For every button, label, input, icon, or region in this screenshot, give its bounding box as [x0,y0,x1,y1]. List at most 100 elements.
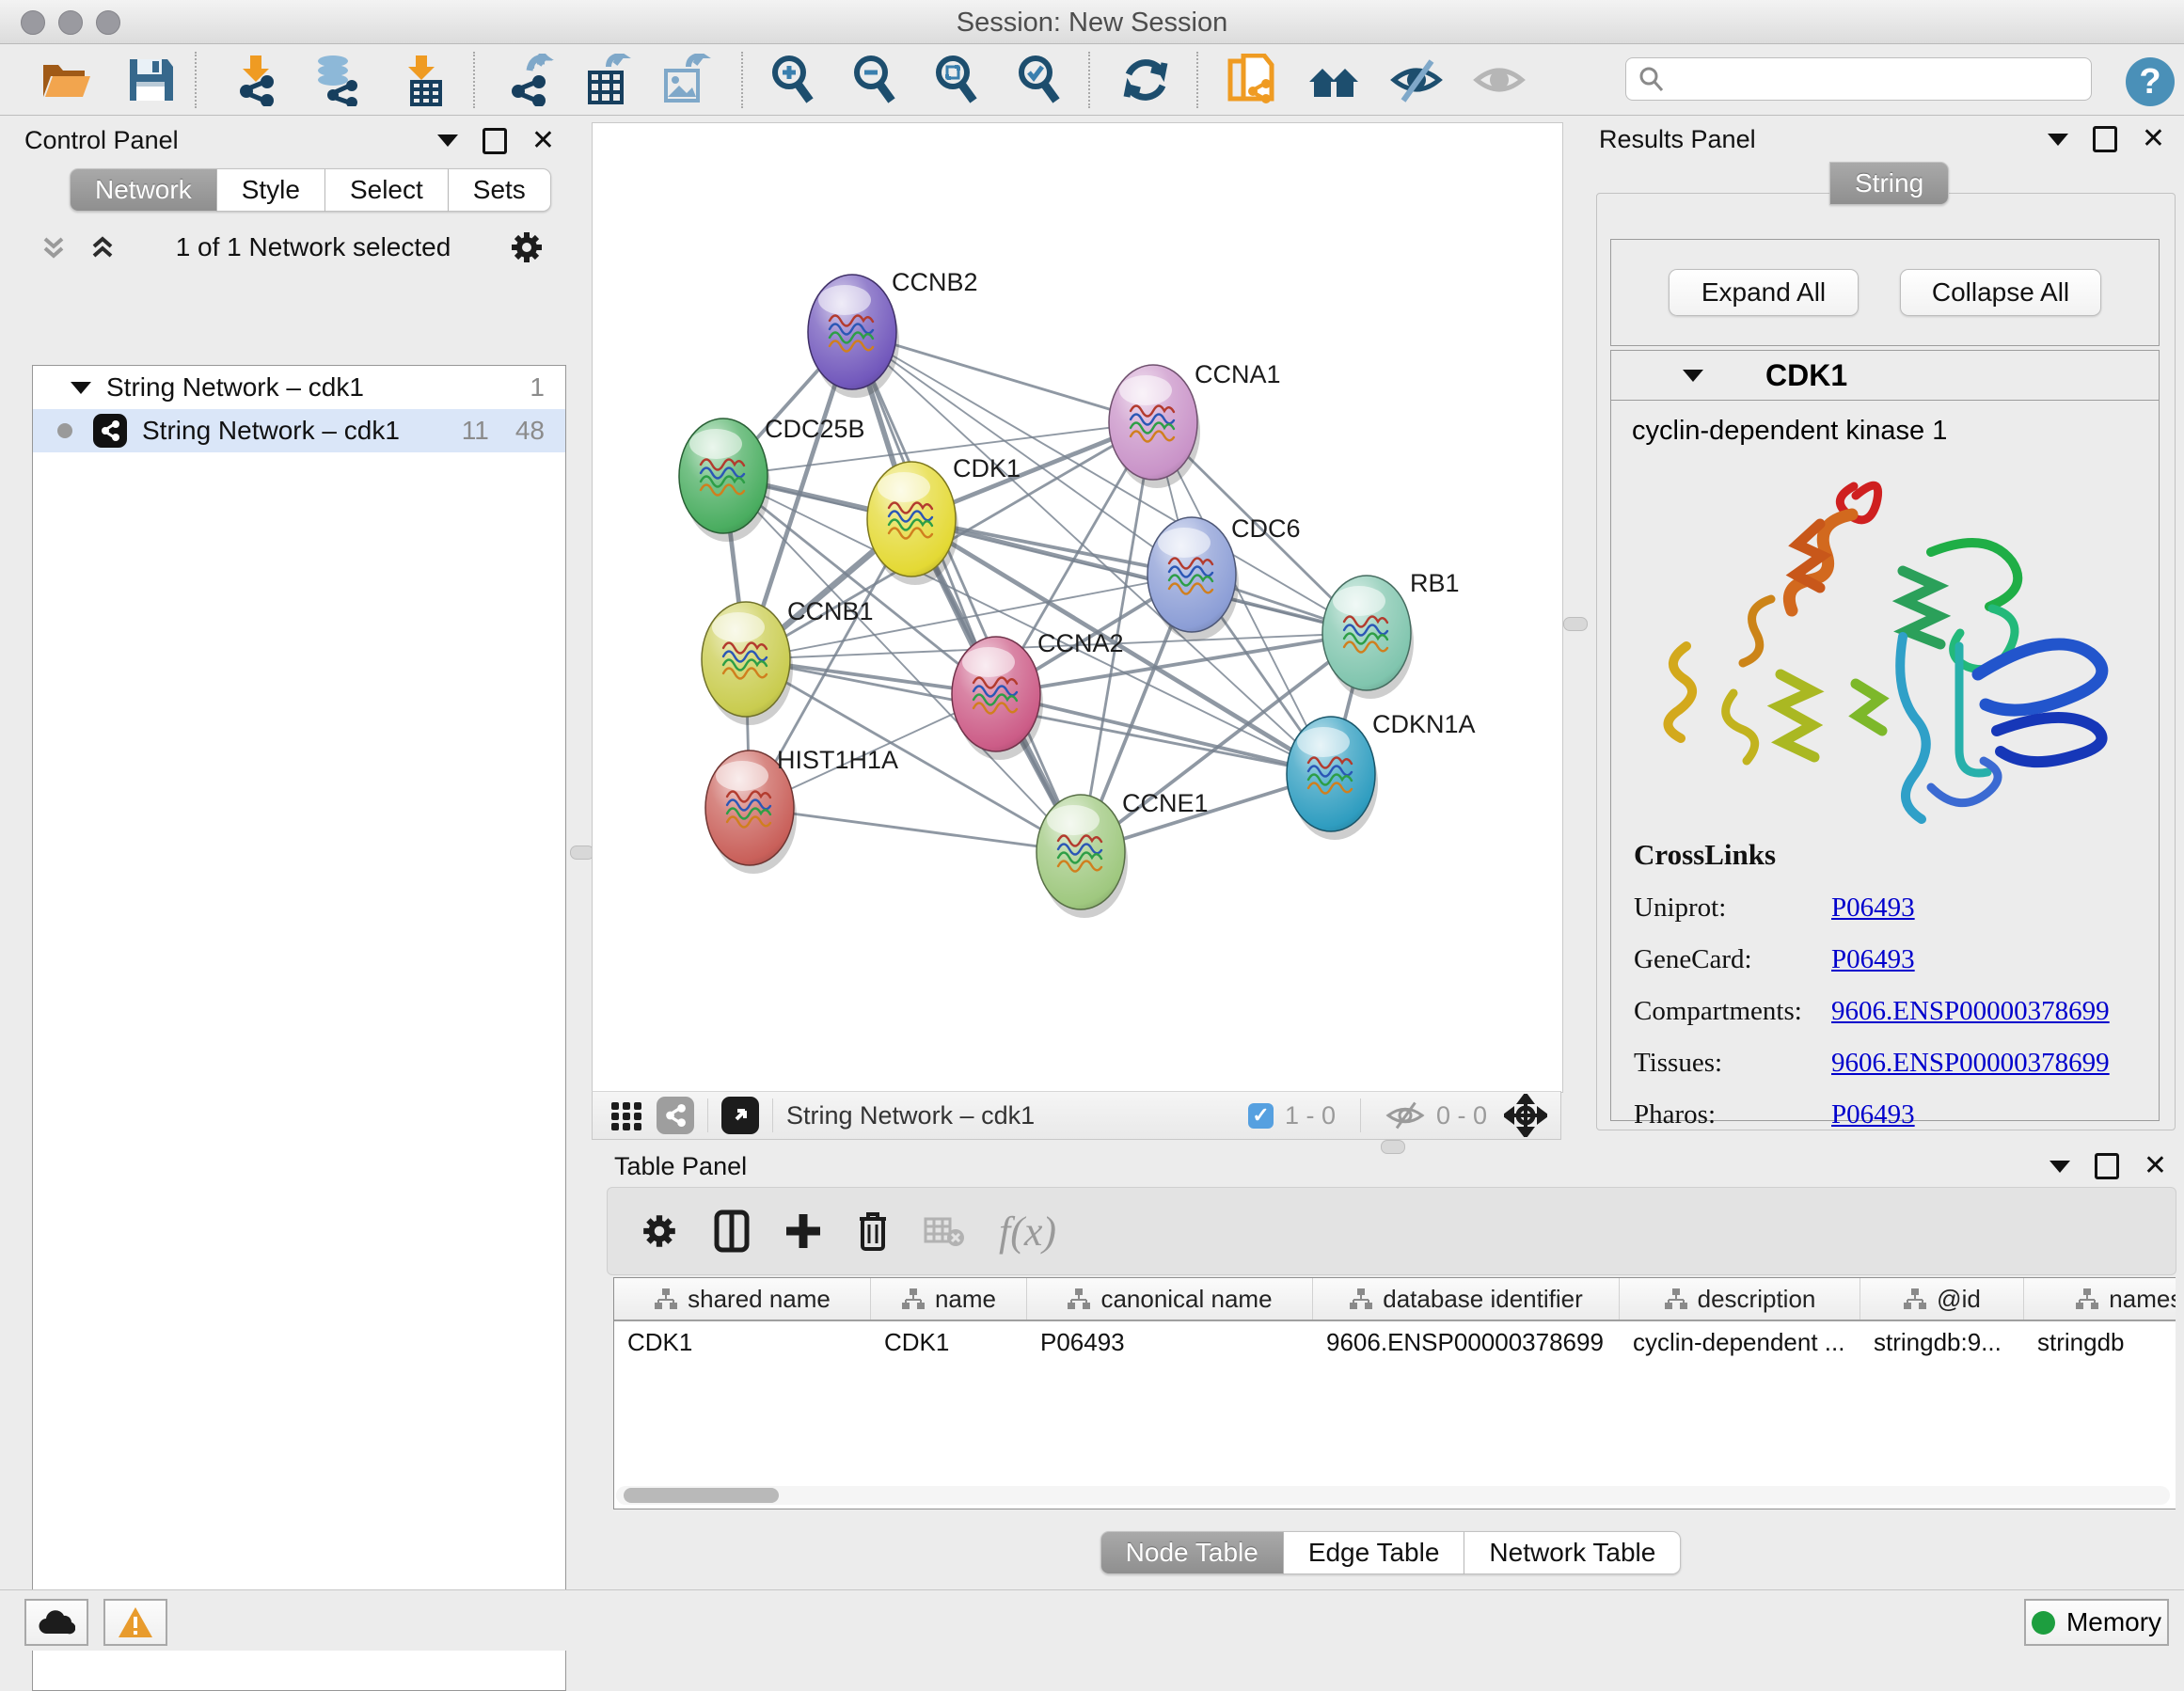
tab-edge-table[interactable]: Edge Table [1284,1531,1465,1574]
export-table-icon[interactable] [580,54,633,106]
table-cell[interactable]: 9606.ENSP00000378699 [1313,1321,1620,1363]
crosslink-link[interactable]: P06493 [1831,893,1915,924]
tab-string[interactable]: String [1829,162,1949,205]
delete-column-trash-icon[interactable] [856,1209,890,1253]
crosslink-link[interactable]: P06493 [1831,944,1915,975]
node-CCNA2[interactable]: CCNA2 [952,629,1124,760]
tab-network-table[interactable]: Network Table [1464,1531,1681,1574]
table-cell[interactable]: CDK1 [871,1321,1027,1363]
collapse-all-button[interactable]: Collapse All [1900,269,2101,316]
gene-section-header[interactable]: CDK1 [1611,351,2159,401]
export-network-icon[interactable] [505,54,558,106]
crosslink-link[interactable]: P06493 [1831,1099,1915,1130]
import-network-file-icon[interactable] [229,54,282,106]
search-input[interactable] [1666,64,2065,95]
import-network-database-icon[interactable] [309,54,361,106]
warnings-button[interactable] [103,1599,167,1646]
panel-float-icon[interactable] [2093,126,2117,152]
toolbar-search-field[interactable] [1625,57,2092,101]
show-panel-eye-icon[interactable] [1473,54,1526,106]
table-cell[interactable]: stringdb [2024,1321,2176,1363]
panel-menu-icon[interactable] [2048,134,2068,146]
expand-all-chevron-icon[interactable] [87,231,119,263]
expand-all-button[interactable]: Expand All [1669,269,1859,316]
node-CDK1[interactable]: CDK1 [867,454,1021,585]
panel-close-icon[interactable]: ✕ [531,131,555,151]
birdseye-view-icon[interactable] [721,1097,759,1134]
panel-menu-icon[interactable] [437,134,458,147]
network-share-view-icon[interactable] [657,1097,694,1134]
hidden-eye-icon[interactable] [1385,1099,1425,1131]
crosslink-link[interactable]: 9606.ENSP00000378699 [1831,996,2110,1027]
node-CDC25B[interactable]: CDC25B [679,415,865,542]
panel-float-icon[interactable] [483,128,507,154]
create-column-plus-icon[interactable] [784,1212,822,1250]
network-row[interactable]: String Network – cdk1 11 48 [33,409,565,452]
cloud-button[interactable] [24,1599,88,1646]
zoom-fit-icon[interactable] [930,54,983,106]
tab-node-table[interactable]: Node Table [1100,1531,1284,1574]
hide-panel-eye-icon[interactable] [1390,54,1443,106]
collection-expand-icon[interactable] [71,382,91,394]
node-HIST1H1A[interactable]: HIST1H1A [705,746,898,874]
column-header-description[interactable]: description [1620,1278,1860,1320]
node-CCNB2[interactable]: CCNB2 [808,268,978,398]
memory-button[interactable]: Memory [2024,1599,2169,1646]
home-networks-icon[interactable] [1307,54,1360,106]
network-canvas[interactable]: CCNB2 CCNA1 CDC25BCDK1 CDC6RB1 CCNB1 CCNA2 CDK… [592,122,1563,1093]
table-cell[interactable]: cyclin-dependent ... [1620,1321,1860,1363]
refresh-icon[interactable] [1119,54,1172,106]
scrollbar-thumb[interactable] [624,1488,779,1503]
node-table[interactable]: shared namenamecanonical namedatabase id… [613,1277,2176,1509]
column-header-name[interactable]: name [871,1278,1027,1320]
zoom-out-icon[interactable] [848,54,901,106]
node-CDC6[interactable]: CDC6 [1147,514,1301,640]
network-graph[interactable]: CCNB2 CCNA1 CDC25BCDK1 CDC6RB1 CCNB1 CCNA2 CDK… [593,123,1562,1092]
crosslink-link[interactable]: 9606.ENSP00000378699 [1831,1048,2110,1079]
table-horizontal-scrollbar[interactable] [616,1486,2170,1505]
selected-filter-checkbox[interactable]: ✓ [1248,1103,1274,1129]
table-cell[interactable]: P06493 [1027,1321,1313,1363]
tab-sets[interactable]: Sets [449,168,551,212]
edge-CCNB2-CCNE1[interactable] [852,332,1081,852]
show-columns-icon[interactable] [713,1209,751,1254]
node-CCNA1[interactable]: CCNA1 [1109,360,1281,488]
panel-close-icon[interactable]: ✕ [2142,129,2165,150]
network-options-gear-icon[interactable] [508,229,546,266]
tab-style[interactable]: Style [217,168,325,212]
panel-close-icon[interactable]: ✕ [2144,1156,2167,1177]
table-cell[interactable]: stringdb:9... [1860,1321,2024,1363]
edge-HIST1H1A-CCNE1[interactable] [750,808,1081,852]
pan-crosshair-icon[interactable] [1504,1094,1547,1137]
edge-CCNA2-CDKN1A[interactable] [996,694,1331,774]
gene-collapse-icon[interactable] [1683,370,1703,382]
node-RB1[interactable]: RB1 [1322,569,1460,699]
node-CCNB1[interactable]: CCNB1 [702,597,874,725]
table-cell[interactable]: CDK1 [614,1321,871,1363]
column-header-id[interactable]: @id [1860,1278,2024,1320]
right-splitter-handle[interactable] [1563,617,1588,631]
clone-network-icon[interactable] [1225,54,1277,106]
tab-select[interactable]: Select [325,168,449,212]
import-table-file-icon[interactable] [395,54,448,106]
column-header-namespace[interactable]: namespace [2024,1278,2176,1320]
save-session-icon[interactable] [124,54,177,106]
zoom-selected-icon[interactable] [1013,54,1066,106]
zoom-in-icon[interactable] [767,54,819,106]
tab-network[interactable]: Network [70,168,217,212]
column-header-shared-name[interactable]: shared name [614,1278,871,1320]
table-options-gear-icon[interactable] [640,1211,679,1251]
panel-float-icon[interactable] [2095,1153,2119,1179]
export-image-icon[interactable] [658,54,711,106]
column-header-database-identifier[interactable]: database identifier [1313,1278,1620,1320]
help-icon[interactable]: ? [2124,55,2176,108]
column-header-canonical-name[interactable]: canonical name [1027,1278,1313,1320]
collapse-all-chevron-icon[interactable] [38,231,70,263]
panel-menu-icon[interactable] [2049,1161,2070,1173]
open-session-icon[interactable] [40,54,92,106]
grid-view-icon[interactable] [608,1097,645,1134]
network-collection-row[interactable]: String Network – cdk1 1 [33,366,565,409]
node-CCNE1[interactable]: CCNE1 [1037,789,1209,918]
table-row[interactable]: CDK1CDK1P064939606.ENSP00000378699cyclin… [614,1321,2176,1363]
node-CDKN1A[interactable]: CDKN1A [1287,710,1476,840]
